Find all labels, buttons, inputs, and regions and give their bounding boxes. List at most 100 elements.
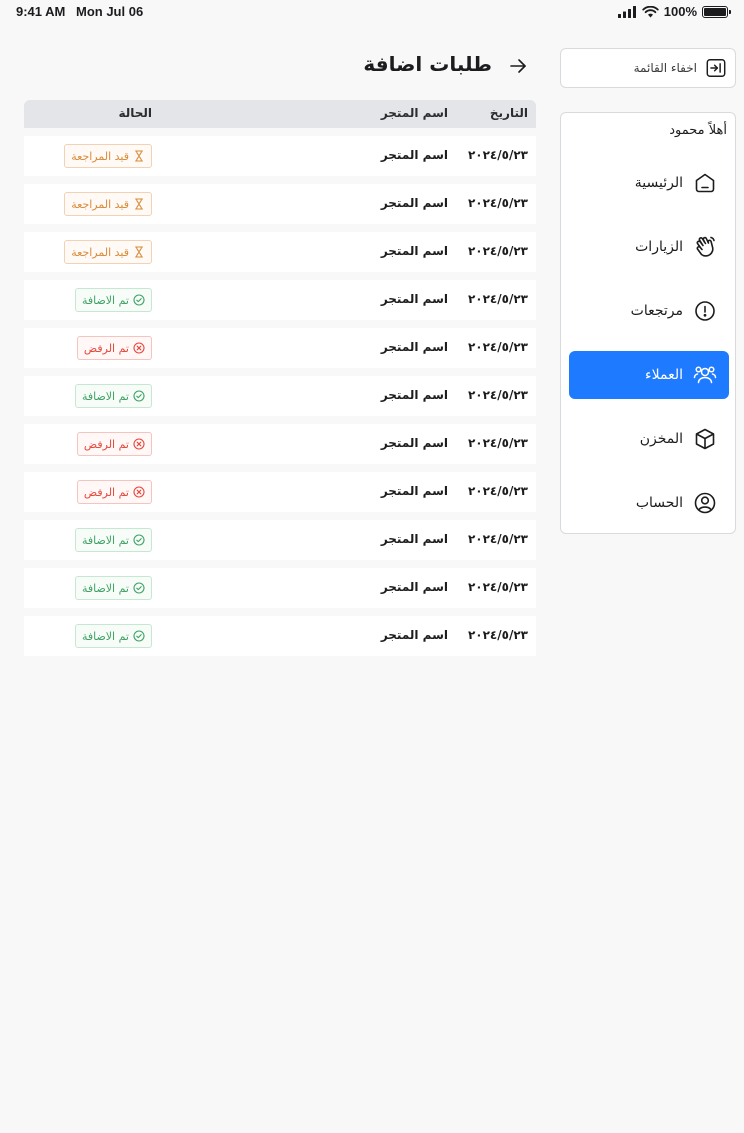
box-icon (695, 428, 715, 450)
status-indicators: 100% (617, 4, 731, 19)
sidebar-item-warehouse[interactable]: المخزن (569, 415, 729, 463)
check-circle-icon (133, 294, 145, 306)
collapse-sidebar-icon (706, 59, 726, 77)
hourglass-icon (134, 198, 144, 210)
status-badge-label: قيد المراجعة (71, 197, 129, 211)
hourglass-icon (134, 150, 144, 162)
user-circle-icon (694, 492, 716, 514)
check-circle-icon (133, 630, 145, 642)
table-row[interactable]: ٢٠٢٤/٥/٢٣ اسم المتجر قيد المراجعة (24, 136, 536, 176)
cell-date: ٢٠٢٤/٥/٢٣ (467, 628, 528, 642)
x-circle-icon (133, 342, 145, 354)
battery-icon (702, 5, 731, 18)
check-circle-icon (133, 390, 145, 402)
x-circle-icon (133, 486, 145, 498)
hide-menu-button[interactable]: اخفاء القائمة (560, 48, 736, 88)
cell-store: اسم المتجر (380, 196, 448, 210)
status-badge: قيد المراجعة (64, 144, 152, 168)
status-badge: تم الاضافة (74, 384, 152, 408)
status-badge: قيد المراجعة (64, 240, 152, 264)
hand-wave-icon (696, 236, 715, 257)
check-circle-icon (133, 582, 145, 594)
battery-percent: 100% (663, 4, 697, 19)
table-row[interactable]: ٢٠٢٤/٥/٢٣ اسم المتجر تم الرفض (24, 472, 536, 512)
cell-store: اسم المتجر (380, 436, 448, 450)
cell-store: اسم المتجر (380, 628, 448, 642)
sidebar-item-visits[interactable]: الزيارات (569, 223, 729, 271)
sidebar-item-label: المخزن (639, 431, 683, 447)
sidebar-item-label: العملاء (645, 367, 683, 383)
x-circle-icon (133, 438, 145, 450)
cell-date: ٢٠٢٤/٥/٢٣ (467, 436, 528, 450)
back-arrow-icon[interactable] (508, 56, 528, 76)
cell-date: ٢٠٢٤/٥/٢٣ (467, 148, 528, 162)
status-badge-label: قيد المراجعة (71, 149, 129, 163)
status-badge-label: تم الاضافة (81, 629, 129, 643)
cell-store: اسم المتجر (380, 340, 448, 354)
table-row[interactable]: ٢٠٢٤/٥/٢٣ اسم المتجر تم الاضافة (24, 280, 536, 320)
cell-store: اسم المتجر (380, 580, 448, 594)
cell-store: اسم المتجر (380, 388, 448, 402)
status-badge-label: قيد المراجعة (71, 245, 129, 259)
sidebar-item-label: الرئيسية (634, 175, 683, 191)
status-badge-label: تم الاضافة (81, 293, 129, 307)
cell-date: ٢٠٢٤/٥/٢٣ (467, 196, 528, 210)
table-row[interactable]: ٢٠٢٤/٥/٢٣ اسم المتجر تم الرفض (24, 328, 536, 368)
sidebar-item-label: مرتجعات (630, 303, 683, 319)
status-badge: تم الاضافة (74, 624, 152, 648)
cell-store: اسم المتجر (380, 484, 448, 498)
sidebar-item-label: الحساب (635, 495, 683, 511)
sidebar: أهلاً محمود الرئيسية الزيارات مرتجعات ال… (560, 112, 736, 534)
status-badge-label: تم الاضافة (81, 533, 129, 547)
wifi-icon (642, 5, 659, 17)
table-row[interactable]: ٢٠٢٤/٥/٢٣ اسم المتجر تم الاضافة (24, 376, 536, 416)
home-icon (695, 173, 715, 193)
status-badge: تم الاضافة (74, 528, 152, 552)
table-row[interactable]: ٢٠٢٤/٥/٢٣ اسم المتجر تم الرفض (24, 424, 536, 464)
sidebar-item-account[interactable]: الحساب (569, 479, 729, 527)
column-header-store: اسم المتجر (380, 106, 448, 120)
page-title: طلبات اضافة (363, 52, 492, 76)
status-badge: تم الاضافة (74, 576, 152, 600)
hourglass-icon (134, 246, 144, 258)
table-row[interactable]: ٢٠٢٤/٥/٢٣ اسم المتجر تم الاضافة (24, 616, 536, 656)
sidebar-item-returns[interactable]: مرتجعات (569, 287, 729, 335)
cell-date: ٢٠٢٤/٥/٢٣ (467, 484, 528, 498)
status-badge: تم الرفض (76, 432, 152, 456)
table-row[interactable]: ٢٠٢٤/٥/٢٣ اسم المتجر قيد المراجعة (24, 184, 536, 224)
alert-circle-icon (695, 301, 715, 321)
status-badge-label: تم الرفض (83, 485, 129, 499)
status-badge: قيد المراجعة (64, 192, 152, 216)
cell-store: اسم المتجر (380, 532, 448, 546)
status-badge: تم الرفض (76, 336, 152, 360)
cell-date: ٢٠٢٤/٥/٢٣ (467, 580, 528, 594)
table-row[interactable]: ٢٠٢٤/٥/٢٣ اسم المتجر تم الاضافة (24, 568, 536, 608)
cell-store: اسم المتجر (380, 292, 448, 306)
cell-date: ٢٠٢٤/٥/٢٣ (467, 292, 528, 306)
cellular-signal-icon (617, 5, 636, 18)
status-badge-label: تم الاضافة (81, 581, 129, 595)
cell-date: ٢٠٢٤/٥/٢٣ (467, 388, 528, 402)
requests-table: التاريخ اسم المتجر الحالة ٢٠٢٤/٥/٢٣ اسم ا… (24, 100, 536, 656)
column-header-date: التاريخ (489, 106, 528, 120)
sidebar-item-home[interactable]: الرئيسية (569, 159, 729, 207)
status-badge: تم الاضافة (74, 288, 152, 312)
sidebar-item-customers[interactable]: العملاء (569, 351, 729, 399)
status-badge-label: تم الرفض (83, 437, 129, 451)
column-header-status: الحالة (118, 106, 152, 120)
sidebar-item-label: الزيارات (635, 239, 683, 255)
cell-date: ٢٠٢٤/٥/٢٣ (467, 244, 528, 258)
status-badge-label: تم الاضافة (81, 389, 129, 403)
cell-store: اسم المتجر (380, 244, 448, 258)
status-badge-label: تم الرفض (83, 341, 129, 355)
users-icon (693, 366, 717, 384)
check-circle-icon (133, 534, 145, 546)
status-bar: 9:41 AM Mon Jul 06 100% (0, 0, 744, 24)
table-row[interactable]: ٢٠٢٤/٥/٢٣ اسم المتجر تم الاضافة (24, 520, 536, 560)
status-date: Mon Jul 06 (76, 4, 144, 19)
cell-date: ٢٠٢٤/٥/٢٣ (467, 532, 528, 546)
table-row[interactable]: ٢٠٢٤/٥/٢٣ اسم المتجر قيد المراجعة (24, 232, 536, 272)
hide-menu-label: اخفاء القائمة (633, 61, 697, 75)
table-header: التاريخ اسم المتجر الحالة (24, 100, 536, 128)
status-badge: تم الرفض (76, 480, 152, 504)
